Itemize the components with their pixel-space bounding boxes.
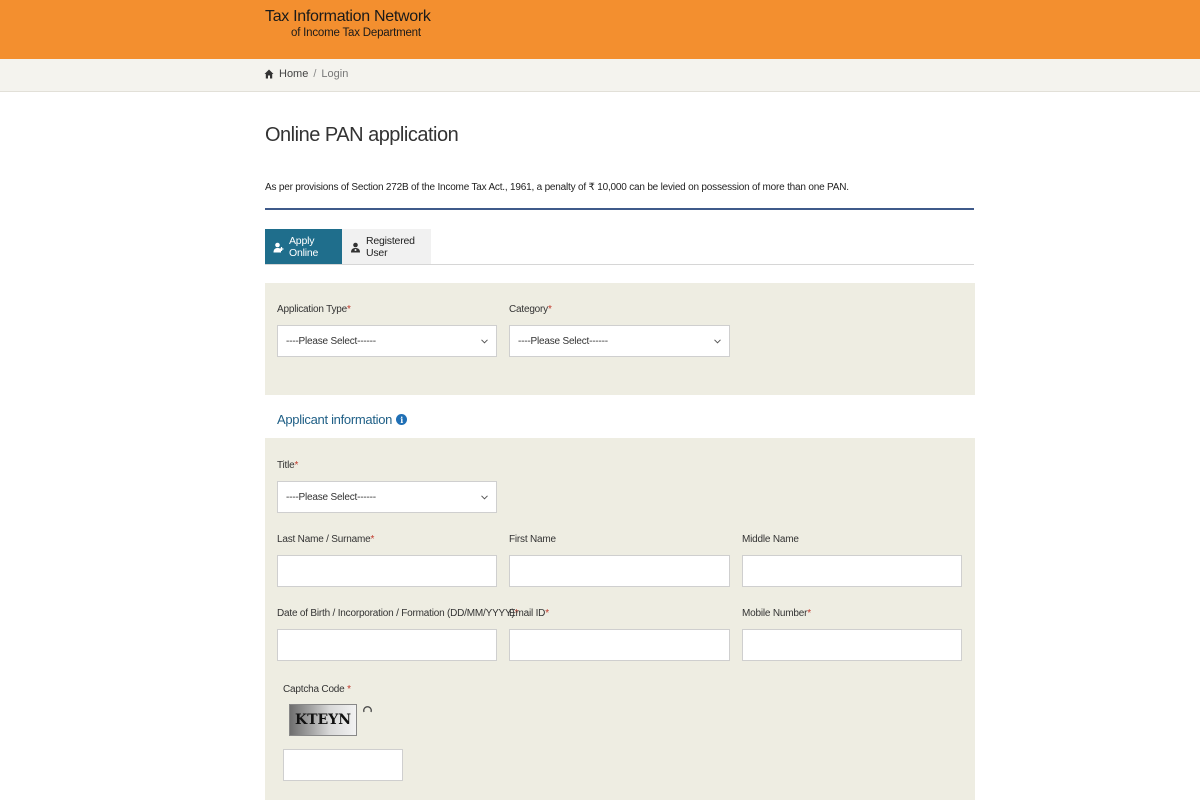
category-select[interactable]: ----Please Select------ <box>509 325 730 357</box>
last-name-field[interactable] <box>277 555 497 587</box>
category-value: ----Please Select------ <box>518 335 608 347</box>
user-add-icon <box>273 242 284 252</box>
breadcrumb-home[interactable]: Home <box>279 68 308 80</box>
home-icon[interactable] <box>264 69 274 79</box>
brand-title: Tax Information Network <box>265 8 431 25</box>
breadcrumb-current: Login <box>321 68 349 80</box>
tab-registered-user-label: Registered User <box>366 235 415 259</box>
application-type-select[interactable]: ----Please Select------ <box>277 325 497 357</box>
notice-divider <box>265 208 974 210</box>
penalty-notice: As per provisions of Section 272B of the… <box>265 182 849 193</box>
title-label: Title* <box>277 460 299 471</box>
last-name-label: Last Name / Surname* <box>277 534 375 545</box>
chevron-down-icon <box>714 338 721 344</box>
tab-apply-online-label: Apply Online <box>289 235 319 259</box>
application-type-label: Application Type* <box>277 304 351 315</box>
tab-apply-online[interactable]: Apply Online <box>265 229 342 265</box>
first-name-label: First Name <box>509 534 556 545</box>
captcha-input[interactable] <box>283 749 403 781</box>
captcha-label: Captcha Code * <box>283 684 351 695</box>
email-field[interactable] <box>509 629 730 661</box>
brand-subtitle: of Income Tax Department <box>291 27 421 39</box>
title-value: ----Please Select------ <box>286 491 376 503</box>
chevron-down-icon <box>481 494 488 500</box>
user-icon <box>351 242 360 252</box>
login-tabs: Apply Online Registered User <box>265 229 431 265</box>
info-icon[interactable]: i <box>396 414 408 425</box>
tab-registered-user[interactable]: Registered User <box>342 229 431 265</box>
refresh-icon[interactable] <box>362 705 373 716</box>
captcha-image: KTEYN <box>289 704 357 736</box>
email-label: Email ID* <box>509 608 549 619</box>
tabs-divider <box>265 264 974 265</box>
category-label: Category* <box>509 304 552 315</box>
middle-name-label: Middle Name <box>742 534 799 545</box>
applicant-info-title: Applicant information <box>277 412 393 427</box>
captcha-text: KTEYN <box>294 712 352 728</box>
breadcrumb-bar: Home / Login <box>0 59 1200 92</box>
first-name-field[interactable] <box>509 555 730 587</box>
breadcrumb: Home / Login <box>264 68 348 80</box>
site-header: Tax Information Network of Income Tax De… <box>0 0 1200 59</box>
title-select[interactable]: ----Please Select------ <box>277 481 497 513</box>
application-type-value: ----Please Select------ <box>286 335 376 347</box>
dob-field[interactable] <box>277 629 497 661</box>
site-logo[interactable]: Tax Information Network of Income Tax De… <box>265 9 431 40</box>
breadcrumb-separator: / <box>313 68 317 80</box>
applicant-info-heading: Applicant information i <box>277 412 408 427</box>
page-title: Online PAN application <box>265 124 459 146</box>
middle-name-field[interactable] <box>742 555 962 587</box>
mobile-field[interactable] <box>742 629 962 661</box>
dob-label: Date of Birth / Incorporation / Formatio… <box>277 608 519 619</box>
chevron-down-icon <box>481 338 488 344</box>
mobile-label: Mobile Number* <box>742 608 811 619</box>
